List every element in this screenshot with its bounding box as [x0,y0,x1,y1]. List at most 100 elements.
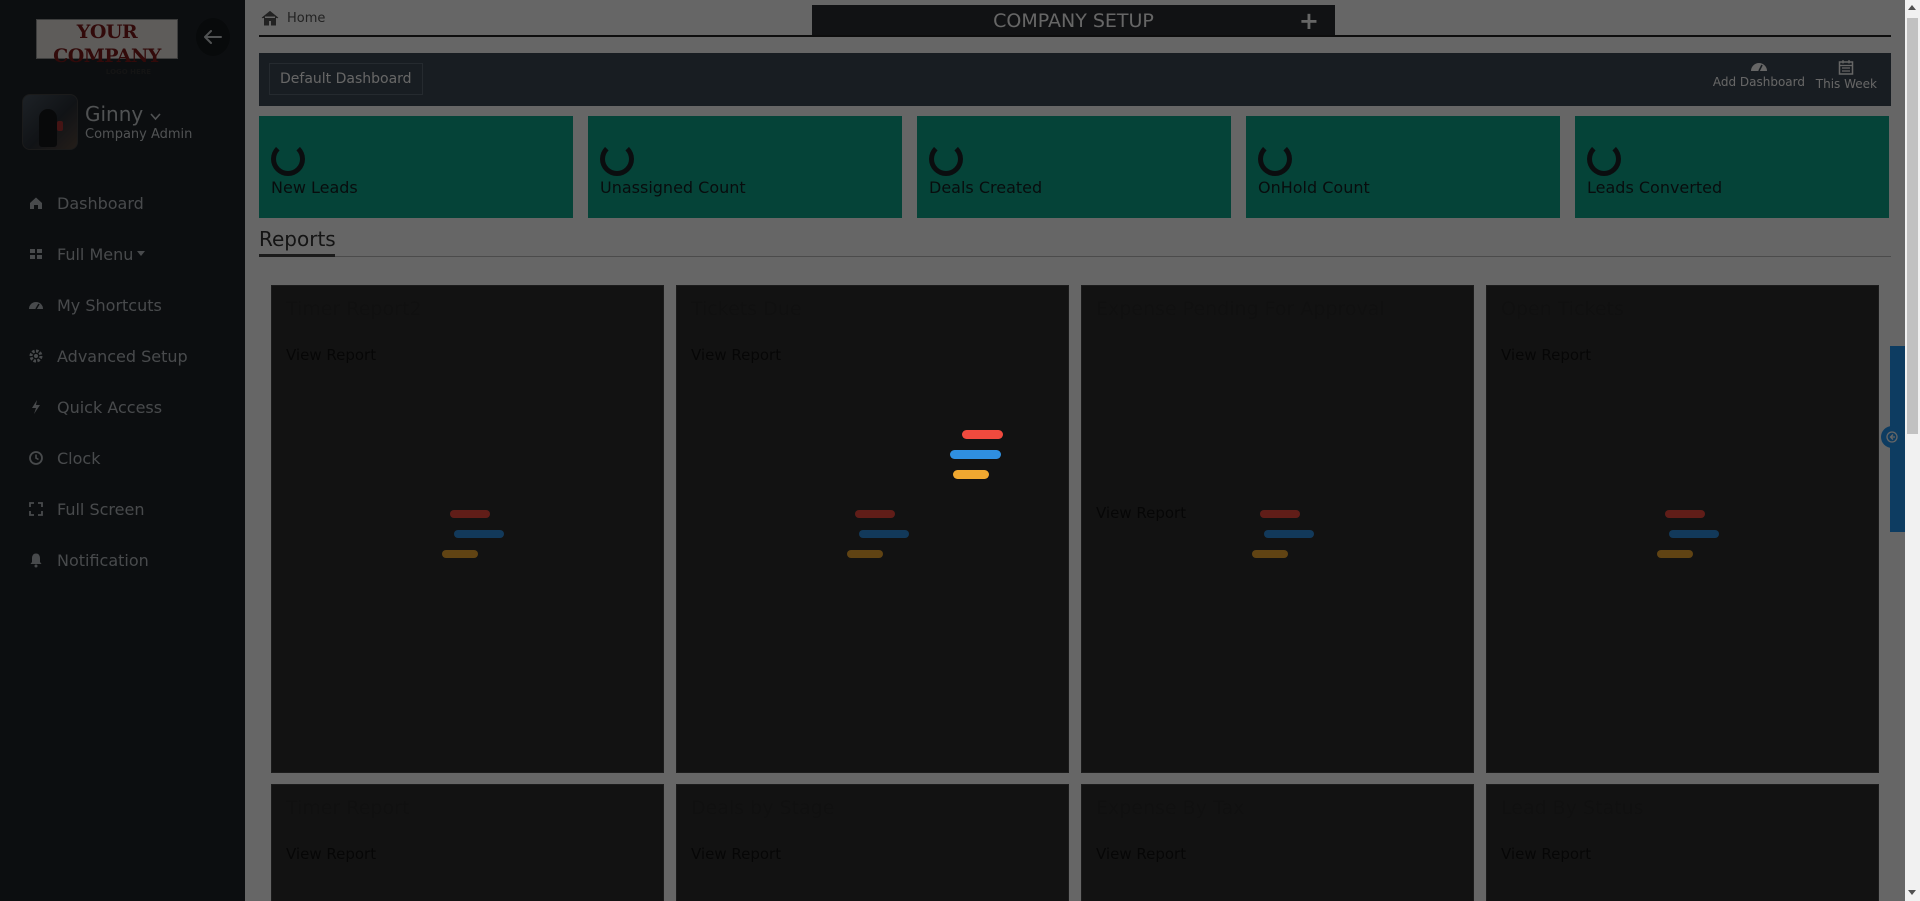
view-report-link[interactable]: View Report [286,845,376,863]
loading-bars-icon [1655,510,1719,558]
page-loading-bars-icon [947,430,1007,482]
loading-spinner-icon [1587,142,1621,176]
bell-icon [30,553,42,568]
company-logo[interactable]: YOUR COMPANY LOGO HERE [36,19,178,76]
sidebar-item-label: Full Menu [57,244,134,264]
gear-icon [29,349,43,363]
stat-label: OnHold Count [1258,178,1370,197]
this-week-label: This Week [1815,77,1877,91]
side-panel-tab[interactable] [1881,346,1905,532]
view-report-link[interactable]: View Report [1501,346,1591,364]
scroll-up-arrow[interactable] [1908,5,1916,10]
user-role: Company Admin [85,127,193,142]
page-title: COMPANY SETUP [993,10,1154,32]
dashboard-icon [29,302,43,310]
sidebar-item-label: Quick Access [57,397,163,417]
this-week-button[interactable]: This Week [1816,59,1877,91]
report-title: Timer Report2 [286,298,422,320]
report-title: Open Tickets [1501,298,1624,320]
view-report-link[interactable]: View Report [1096,504,1186,522]
report-card-timer-report2[interactable]: Timer Report2 View Report [271,285,664,773]
report-title: Expense Pending For Approval [1096,298,1385,320]
scroll-thumb[interactable] [1907,18,1918,434]
sidebar-item-label: My Shortcuts [57,295,162,315]
view-report-link[interactable]: View Report [1501,845,1591,863]
breadcrumb-home[interactable]: Home [287,11,325,26]
page-scrollbar[interactable] [1905,0,1920,901]
report-card-lead-by-status[interactable]: Lead By Status View Report [1486,784,1879,901]
stat-card-unassigned-count[interactable]: Unassigned Count [588,116,902,218]
home-icon [30,197,42,209]
sidebar-item-advanced-setup[interactable]: Advanced Setup [28,341,188,371]
stat-label: New Leads [271,178,358,197]
view-report-link[interactable]: View Report [1096,845,1186,863]
bolt-icon [32,400,40,414]
report-title: Tickets Due [691,298,802,320]
logo-main-text: YOUR COMPANY [53,21,161,67]
stat-label: Deals Created [929,178,1043,197]
report-card-open-tickets[interactable]: Open Tickets View Report [1486,285,1879,773]
stat-card-leads-converted[interactable]: Leads Converted [1575,116,1889,218]
loading-spinner-icon [1258,142,1292,176]
loading-bars-icon [1250,510,1314,558]
stat-card-deals-created[interactable]: Deals Created [917,116,1231,218]
dashboard-icon [1750,63,1767,72]
reports-underline [259,254,335,257]
sidebar-item-label: Full Screen [57,499,145,519]
sidebar-item-clock[interactable]: Clock [28,443,100,473]
loading-bars-icon [845,510,909,558]
loading-spinner-icon [600,142,634,176]
loading-spinner-icon [271,142,305,176]
stat-card-onhold-count[interactable]: OnHold Count [1246,116,1560,218]
sidebar-item-label: Clock [57,448,101,468]
dashboard-toolbar: Default Dashboard Add Dashboard This Wee… [259,53,1891,106]
scroll-down-arrow[interactable] [1908,890,1916,895]
report-title: Lead By Status [1501,797,1644,819]
main-content: Home COMPANY SETUP + Default Dashboard A… [245,0,1905,901]
breadcrumb[interactable]: Home [261,10,325,26]
caret-down-icon [137,251,146,256]
view-report-link[interactable]: View Report [691,845,781,863]
sidebar-item-my-shortcuts[interactable]: My Shortcuts [28,290,162,320]
logo-sub-text: LOGO HERE [105,68,151,76]
sidebar-item-label: Notification [57,550,149,570]
add-dashboard-label: Add Dashboard [1712,75,1805,89]
view-report-link[interactable]: View Report [691,346,781,364]
sidebar-item-notification[interactable]: Notification [28,545,149,575]
sidebar-item-full-screen[interactable]: Full Screen [28,494,144,524]
avatar[interactable] [22,94,78,150]
sidebar-item-dashboard[interactable]: Dashboard [28,188,144,218]
calendar-icon [1839,60,1854,75]
reports-heading: Reports [259,227,336,251]
report-title: Timer Report [286,797,410,819]
sidebar-item-quick-access[interactable]: Quick Access [28,392,162,422]
sidebar-collapse-button[interactable] [196,18,230,56]
home-icon [261,10,279,26]
company-setup-bar: COMPANY SETUP + [812,5,1335,37]
report-title: Expense By Tax [1096,797,1245,819]
stat-label: Leads Converted [1587,178,1723,197]
view-report-link[interactable]: View Report [286,346,376,364]
sidebar-item-full-menu[interactable]: Full Menu [28,239,158,269]
report-title: Deals by Stage [691,797,835,819]
loading-spinner-icon [929,142,963,176]
report-card-tickets-due[interactable]: Tickets Due View Report [676,285,1069,773]
report-card-deals-by-stage[interactable]: Deals by Stage View Report [676,784,1069,901]
sidebar-item-label: Dashboard [57,193,144,213]
stat-label: Unassigned Count [600,178,746,197]
chevron-down-icon [150,113,161,121]
reports-divider [259,256,1891,257]
user-name[interactable]: Ginny [85,102,161,126]
report-card-expense-by-tax[interactable]: Expense By Tax View Report [1081,784,1474,901]
add-setup-button[interactable]: + [1299,5,1319,37]
report-card-timer-report[interactable]: Timer Report View Report [271,784,664,901]
stats-row: New Leads Unassigned Count Deals Created… [259,116,1891,218]
expand-icon [29,502,43,516]
report-card-expense-pending[interactable]: Expense Pending For Approval View Report [1081,285,1474,773]
dashboard-selector[interactable]: Default Dashboard [269,63,423,95]
arrow-left-icon [204,30,222,44]
add-dashboard-button[interactable]: Add Dashboard [1713,59,1805,89]
arrow-left-circle-icon[interactable] [1881,426,1903,448]
clock-icon [29,451,43,465]
stat-card-new-leads[interactable]: New Leads [259,116,573,218]
